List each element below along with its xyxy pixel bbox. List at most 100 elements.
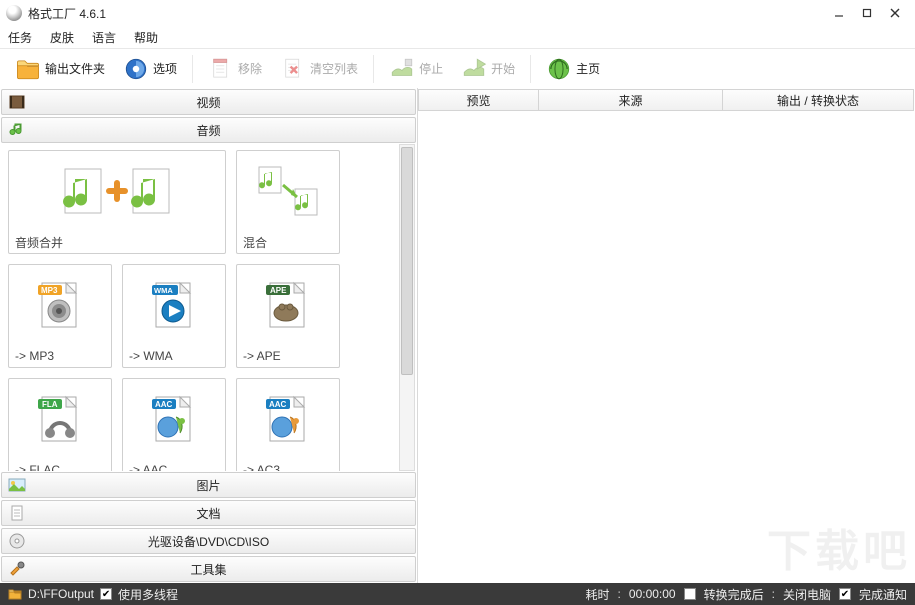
remove-label: 移除 xyxy=(238,60,262,77)
film-icon xyxy=(8,93,26,111)
checkbox-notify[interactable]: ✔ xyxy=(839,588,851,600)
close-button[interactable] xyxy=(881,2,909,24)
music-note-icon xyxy=(8,121,26,139)
menu-skin[interactable]: 皮肤 xyxy=(50,29,74,46)
checkbox-shutdown[interactable] xyxy=(684,588,696,600)
start-button[interactable]: 开始 xyxy=(454,53,522,85)
left-panel: 视频 音频 音频合并 xyxy=(0,88,418,583)
category-document[interactable]: 文档 xyxy=(1,500,416,526)
toolbar: 输出文件夹 选项 移除 清空列表 停止 开始 主页 xyxy=(0,48,915,88)
clear-list-button[interactable]: 清空列表 xyxy=(273,53,365,85)
menu-task[interactable]: 任务 xyxy=(8,29,32,46)
category-tools-label: 工具集 xyxy=(190,561,226,578)
tile-to-mp3-label: -> MP3 xyxy=(9,345,111,367)
category-tools[interactable]: 工具集 xyxy=(1,556,416,582)
titlebar: 格式工厂 4.6.1 xyxy=(0,0,915,26)
tile-to-wma-label: -> WMA xyxy=(123,345,225,367)
app-icon xyxy=(6,5,22,21)
menubar: 任务 皮肤 语言 帮助 xyxy=(0,26,915,48)
tile-to-wma[interactable]: WMA -> WMA xyxy=(122,264,226,368)
folder-small-icon xyxy=(8,588,22,600)
tile-to-ape[interactable]: APE -> APE xyxy=(236,264,340,368)
category-optical-label: 光驱设备\DVD\CD\ISO xyxy=(148,533,269,550)
maximize-button[interactable] xyxy=(853,2,881,24)
clear-list-label: 清空列表 xyxy=(310,60,358,77)
svg-text:WMA: WMA xyxy=(154,286,173,295)
home-icon xyxy=(546,56,572,82)
category-optical[interactable]: 光驱设备\DVD\CD\ISO xyxy=(1,528,416,554)
tools-icon xyxy=(8,560,26,578)
document-icon xyxy=(8,504,26,522)
remove-button[interactable]: 移除 xyxy=(201,53,269,85)
merge-icon xyxy=(57,161,177,221)
folder-icon xyxy=(15,56,41,82)
stop-label: 停止 xyxy=(419,60,443,77)
wma-icon: WMA xyxy=(146,277,202,333)
main-area: 视频 音频 音频合并 xyxy=(0,88,915,583)
minimize-button[interactable] xyxy=(825,2,853,24)
category-video[interactable]: 视频 xyxy=(1,89,416,115)
tile-to-aac-label: -> AAC xyxy=(123,459,225,471)
right-panel: 预览 来源 输出 / 转换状态 xyxy=(418,88,915,583)
tile-audio-mix[interactable]: 混合 xyxy=(236,150,340,254)
svg-text:FLA: FLA xyxy=(42,400,58,409)
column-source[interactable]: 来源 xyxy=(539,90,723,110)
elapsed-label: 耗时 xyxy=(586,586,610,603)
disc-icon xyxy=(8,532,26,550)
home-button[interactable]: 主页 xyxy=(539,53,607,85)
toolbar-separator xyxy=(192,55,193,83)
statusbar: D:\FFOutput ✔ 使用多线程 耗时: 00:00:00 转换完成后: … xyxy=(0,583,915,605)
svg-text:AAC: AAC xyxy=(269,400,287,409)
tile-to-flac[interactable]: FLA -> FLAC xyxy=(8,378,112,471)
aac-icon: AAC xyxy=(146,391,202,447)
tile-audio-merge-label: 音频合并 xyxy=(9,231,225,253)
elapsed-value: 00:00:00 xyxy=(629,587,676,601)
category-video-label: 视频 xyxy=(196,94,220,111)
column-preview[interactable]: 预览 xyxy=(419,90,539,110)
options-icon xyxy=(123,56,149,82)
stop-button[interactable]: 停止 xyxy=(382,53,450,85)
output-folder-button[interactable]: 输出文件夹 xyxy=(8,53,112,85)
checkbox-multithread[interactable]: ✔ xyxy=(100,588,112,600)
start-icon xyxy=(461,56,487,82)
svg-text:MP3: MP3 xyxy=(41,286,58,295)
category-audio-label: 音频 xyxy=(196,122,220,139)
tile-to-ape-label: -> APE xyxy=(237,345,339,367)
clear-list-icon xyxy=(280,56,306,82)
list-body[interactable] xyxy=(418,111,915,583)
list-header: 预览 来源 输出 / 转换状态 xyxy=(418,89,914,111)
app-title: 格式工厂 4.6.1 xyxy=(28,5,106,22)
options-label: 选项 xyxy=(153,60,177,77)
category-image-label: 图片 xyxy=(196,477,220,494)
tile-audio-merge[interactable]: 音频合并 xyxy=(8,150,226,254)
category-document-label: 文档 xyxy=(196,505,220,522)
notify-label: 完成通知 xyxy=(859,586,907,603)
ac3-icon: AAC xyxy=(260,391,316,447)
stop-icon xyxy=(389,56,415,82)
tile-to-flac-label: -> FLAC xyxy=(9,459,111,471)
options-button[interactable]: 选项 xyxy=(116,53,184,85)
output-folder-label: 输出文件夹 xyxy=(45,60,105,77)
svg-text:AAC: AAC xyxy=(155,400,173,409)
category-image[interactable]: 图片 xyxy=(1,472,416,498)
home-label: 主页 xyxy=(576,60,600,77)
tile-to-mp3[interactable]: MP3 -> MP3 xyxy=(8,264,112,368)
audio-tiles-area: 音频合并 混合 MP xyxy=(0,144,417,471)
tile-audio-mix-label: 混合 xyxy=(237,231,339,253)
image-icon xyxy=(8,476,26,494)
menu-help[interactable]: 帮助 xyxy=(134,29,158,46)
mp3-icon: MP3 xyxy=(32,277,88,333)
output-path[interactable]: D:\FFOutput xyxy=(28,587,94,601)
after-convert-value: 关闭电脑 xyxy=(783,586,831,603)
menu-lang[interactable]: 语言 xyxy=(92,29,116,46)
category-audio[interactable]: 音频 xyxy=(1,117,416,143)
audio-scrollbar[interactable] xyxy=(399,144,415,471)
tile-to-ac3[interactable]: AAC -> AC3 xyxy=(236,378,340,471)
column-output-status[interactable]: 输出 / 转换状态 xyxy=(723,90,913,110)
svg-text:APE: APE xyxy=(270,286,287,295)
flac-icon: FLA xyxy=(32,391,88,447)
remove-icon xyxy=(208,56,234,82)
mix-icon xyxy=(253,161,323,221)
tile-to-aac[interactable]: AAC -> AAC xyxy=(122,378,226,471)
tile-to-ac3-label: -> AC3 xyxy=(237,459,339,471)
